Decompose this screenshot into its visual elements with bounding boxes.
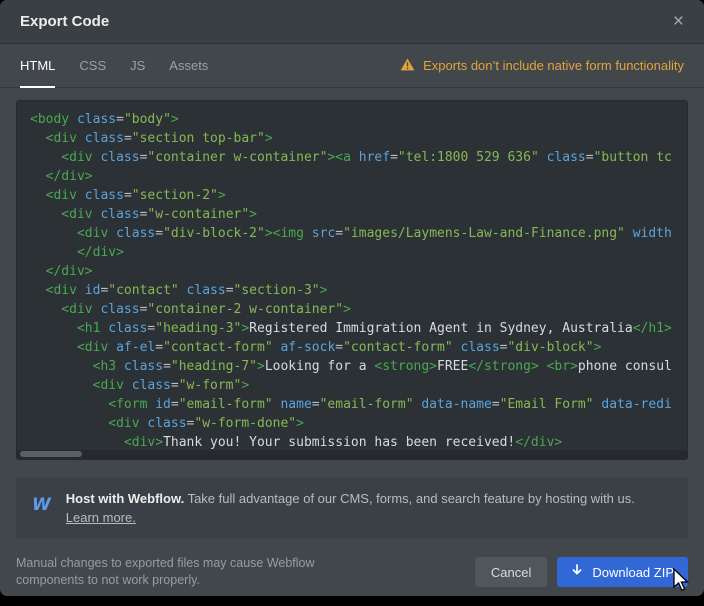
tab-assets[interactable]: Assets <box>169 44 208 88</box>
code-line: <div class="container w-container"><a hr… <box>30 148 674 167</box>
code-line: <div class="container-2 w-container"> <box>30 300 674 319</box>
code-editor[interactable]: <body class="body"> <div class="section … <box>16 100 688 460</box>
banner-body-text: Take full advantage of our CMS, forms, a… <box>184 491 635 506</box>
screen: Export Code × HTML CSS JS Assets Exports do… <box>0 0 704 606</box>
horizontal-scrollbar[interactable] <box>17 450 687 459</box>
tab-bar: HTML CSS JS Assets Exports don’t include na… <box>0 44 704 88</box>
code-line: </div> <box>30 167 674 186</box>
code-line: <div af-el="contact-form" af-sock="conta… <box>30 338 674 357</box>
code-line: <div class="div-block-2"><img src="image… <box>30 224 674 243</box>
code-line: <h3 class="heading-7">Looking for a <str… <box>30 357 674 376</box>
tab-css[interactable]: CSS <box>79 44 106 88</box>
tab-html[interactable]: HTML <box>20 44 55 88</box>
cancel-button[interactable]: Cancel <box>475 557 547 587</box>
close-icon[interactable]: × <box>673 12 684 31</box>
banner-bold-text: Host with Webflow. <box>66 491 184 506</box>
tab-list: HTML CSS JS Assets <box>20 44 208 87</box>
code-line: <div class="w-container"> <box>30 205 674 224</box>
modal-footer: Manual changes to exported files may cau… <box>0 539 704 589</box>
download-button-label: Download ZIP <box>592 565 674 580</box>
export-code-modal: Export Code × HTML CSS JS Assets Exports do… <box>0 0 704 596</box>
footer-note: Manual changes to exported files may cau… <box>16 555 346 589</box>
tab-js[interactable]: JS <box>130 44 145 88</box>
form-functionality-warning: Exports don’t include native form functi… <box>400 44 684 87</box>
code-line: </div> <box>30 243 674 262</box>
code-content[interactable]: <body class="body"> <div class="section … <box>17 101 687 460</box>
code-line: <div id="contact" class="section-3"> <box>30 281 674 300</box>
warning-triangle-icon <box>400 58 415 74</box>
download-arrow-icon <box>571 564 583 580</box>
code-line: <form id="email-form" name="email-form" … <box>30 395 674 414</box>
code-line: <div class="w-form"> <box>30 376 674 395</box>
webflow-logo-icon: W <box>32 497 51 514</box>
host-with-webflow-banner: W Host with Webflow. Take full advantage… <box>16 477 688 539</box>
footer-actions: Cancel Download ZIP <box>475 557 688 587</box>
scrollbar-thumb[interactable] <box>20 451 82 457</box>
code-line: </div> <box>30 262 674 281</box>
modal-header: Export Code × <box>0 0 704 44</box>
warning-text: Exports don’t include native form functi… <box>423 58 684 73</box>
code-line: <div class="w-form-done"> <box>30 414 674 433</box>
banner-text: Host with Webflow. Take full advantage o… <box>66 489 635 527</box>
code-line: <h1 class="heading-3">Registered Immigra… <box>30 319 674 338</box>
download-zip-button[interactable]: Download ZIP <box>557 557 688 587</box>
learn-more-link[interactable]: Learn more. <box>66 510 136 525</box>
modal-title: Export Code <box>20 13 109 30</box>
code-line: <div class="section top-bar"> <box>30 129 674 148</box>
code-line: <body class="body"> <box>30 110 674 129</box>
code-line: <div class="section-2"> <box>30 186 674 205</box>
